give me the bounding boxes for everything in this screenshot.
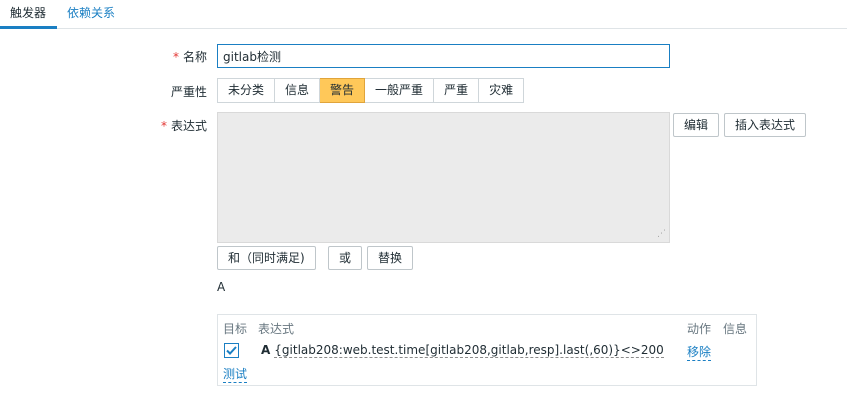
and-button[interactable]: 和（同时满足) xyxy=(217,246,316,270)
replace-button[interactable]: 替换 xyxy=(367,246,414,270)
expression-letter: A xyxy=(217,280,226,294)
resize-grip-icon[interactable]: ⋰ xyxy=(657,230,666,239)
test-link[interactable]: 测试 xyxy=(223,365,248,383)
edit-button[interactable]: 编辑 xyxy=(673,113,720,137)
check-icon xyxy=(226,346,237,355)
header-action: 动作 xyxy=(687,322,712,336)
or-button[interactable]: 或 xyxy=(328,246,363,270)
expression-textarea[interactable]: ⋰ xyxy=(217,112,670,243)
severity-label: 严重性 xyxy=(170,85,207,99)
required-mark: * xyxy=(172,50,179,64)
expression-label: * 表达式 xyxy=(160,119,207,133)
severity-not-classified[interactable]: 未分类 xyxy=(217,78,276,103)
row-letter: A xyxy=(261,343,271,357)
tab-bar: 触发器 依赖关系 xyxy=(0,0,847,29)
severity-average[interactable]: 一般严重 xyxy=(365,78,435,103)
severity-disaster[interactable]: 灾难 xyxy=(479,78,525,103)
name-input[interactable] xyxy=(217,44,670,68)
expression-table: 目标 表达式 动作 信息 A {gitlab208:web.test.time[g… xyxy=(217,314,757,386)
header-info: 信息 xyxy=(723,322,748,336)
name-label: * 名称 xyxy=(172,50,207,64)
insert-expression-button[interactable]: 插入表达式 xyxy=(724,113,807,137)
remove-link[interactable]: 移除 xyxy=(687,343,712,361)
severity-high[interactable]: 严重 xyxy=(434,78,480,103)
severity-selector: 未分类 信息 警告 一般严重 严重 灾难 xyxy=(217,78,525,103)
expression-value-link[interactable]: {gitlab208:web.test.time[gitlab208,gitla… xyxy=(274,343,664,358)
header-expression: 表达式 xyxy=(258,322,295,336)
severity-information[interactable]: 信息 xyxy=(275,78,321,103)
tab-triggers[interactable]: 触发器 xyxy=(0,0,57,29)
table-row-expression: A {gitlab208:web.test.time[gitlab208,gitl… xyxy=(261,343,664,358)
target-checkbox[interactable] xyxy=(224,343,239,358)
header-target: 目标 xyxy=(223,322,248,336)
tab-dependencies[interactable]: 依赖关系 xyxy=(57,0,125,29)
required-mark: * xyxy=(160,119,167,133)
severity-warning[interactable]: 警告 xyxy=(320,78,366,103)
